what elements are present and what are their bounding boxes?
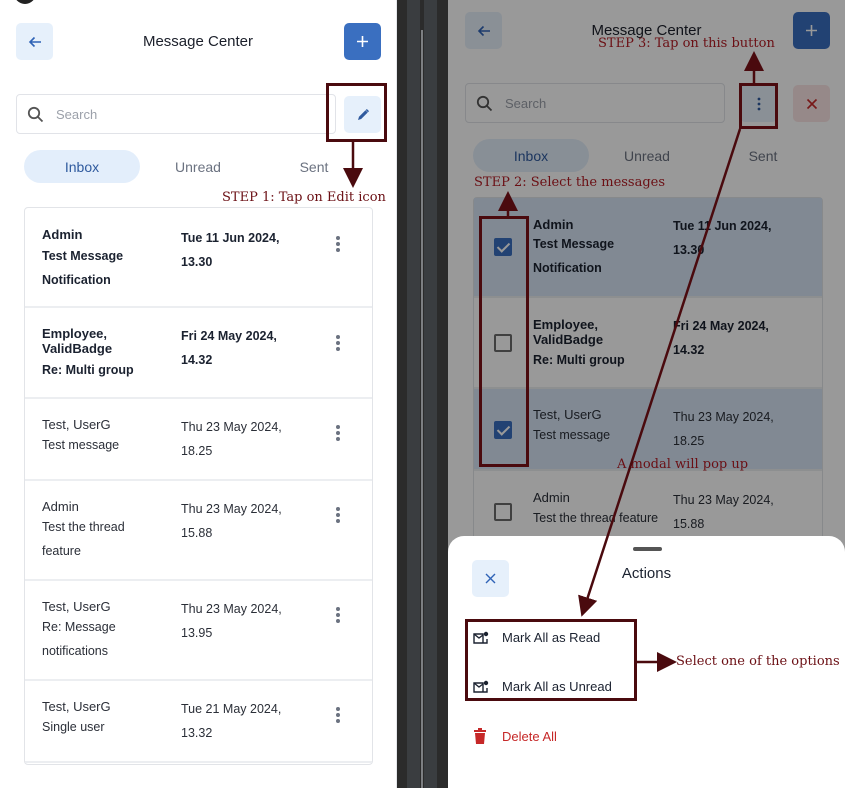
message-subject: Test message <box>42 438 120 452</box>
actions-highlight-box <box>465 619 637 701</box>
search-input[interactable] <box>56 106 256 122</box>
step2-annotation: STEP 2: Select the messages <box>474 175 666 190</box>
message-list: Admin Test Message Notification Tue 11 Ju… <box>24 207 373 765</box>
message-date: Fri 24 May 2024, 14.32 <box>181 329 277 367</box>
camera-notch <box>14 0 36 4</box>
message-more-button[interactable] <box>330 705 346 725</box>
message-more-button[interactable] <box>330 234 346 254</box>
message-date: Thu 23 May 2024, 15.88 <box>181 502 282 540</box>
new-message-button[interactable] <box>344 23 381 60</box>
message-row[interactable]: Admin Test Message Notification Tue 11 Ju… <box>25 208 372 308</box>
message-more-button[interactable] <box>330 605 346 625</box>
sheet-title: Actions <box>621 565 672 582</box>
drag-handle[interactable] <box>633 547 662 551</box>
message-sender: Test, UserG <box>42 699 111 714</box>
message-row[interactable]: Admin Test the thread feature Thu 23 May … <box>25 481 372 581</box>
message-more-button[interactable] <box>330 423 346 443</box>
message-subject: Re: Message notifications <box>42 620 116 658</box>
message-more-button[interactable] <box>330 505 346 525</box>
modal-annotation: A modal will pop up <box>617 457 749 472</box>
edit-highlight-box <box>326 83 387 142</box>
plus-icon <box>357 36 368 47</box>
search-field[interactable] <box>16 94 336 134</box>
message-sender: Admin <box>42 499 79 514</box>
checkbox-highlight-box <box>479 216 529 467</box>
message-date: Tue 11 Jun 2024, 13.30 <box>181 231 280 269</box>
message-subject: Single user <box>42 720 105 734</box>
action-label: Delete All <box>502 728 557 744</box>
screen-divider <box>397 0 448 788</box>
message-subject: Test the thread feature <box>42 520 125 558</box>
message-row[interactable]: Test, UserG Re: Message notifications Thu… <box>25 581 372 681</box>
trash-icon <box>473 728 491 744</box>
message-date: Thu 23 May 2024, 13.95 <box>181 602 282 640</box>
bulk-actions-highlight-box <box>739 83 778 129</box>
message-sender: Employee, ValidBadge <box>42 326 113 356</box>
message-date: Tue 21 May 2024, 13.32 <box>181 702 282 740</box>
search-icon <box>27 106 44 122</box>
message-subject: Test Message Notification <box>42 249 124 287</box>
step1-annotation: STEP 1: Tap on Edit icon <box>222 190 386 205</box>
message-sender: Test, UserG <box>42 417 111 432</box>
mailbox-tabs: Inbox Unread Sent <box>24 150 372 183</box>
tab-unread[interactable]: Unread <box>140 150 256 183</box>
message-sender: Admin <box>42 227 83 242</box>
message-subject: Re: Multi group <box>42 363 134 377</box>
select-option-annotation: Select one of the options <box>676 654 840 669</box>
page-title: Message Center <box>142 33 254 50</box>
message-row[interactable]: Test, UserG Single user Tue 21 May 2024,… <box>25 681 372 763</box>
step3-annotation: STEP 3: Tap on this button <box>598 36 775 51</box>
message-sender: Test, UserG <box>42 599 111 614</box>
tab-inbox[interactable]: Inbox <box>24 150 140 183</box>
tab-sent[interactable]: Sent <box>256 150 372 183</box>
delete-all-action[interactable]: Delete All <box>473 728 557 744</box>
message-row[interactable]: Employee, ValidBadge Re: Multi group Fri … <box>25 308 372 399</box>
message-date: Thu 23 May 2024, 18.25 <box>181 420 282 458</box>
message-more-button[interactable] <box>330 333 346 353</box>
message-row[interactable]: Test, UserG Test message Thu 23 May 2024… <box>25 399 372 481</box>
